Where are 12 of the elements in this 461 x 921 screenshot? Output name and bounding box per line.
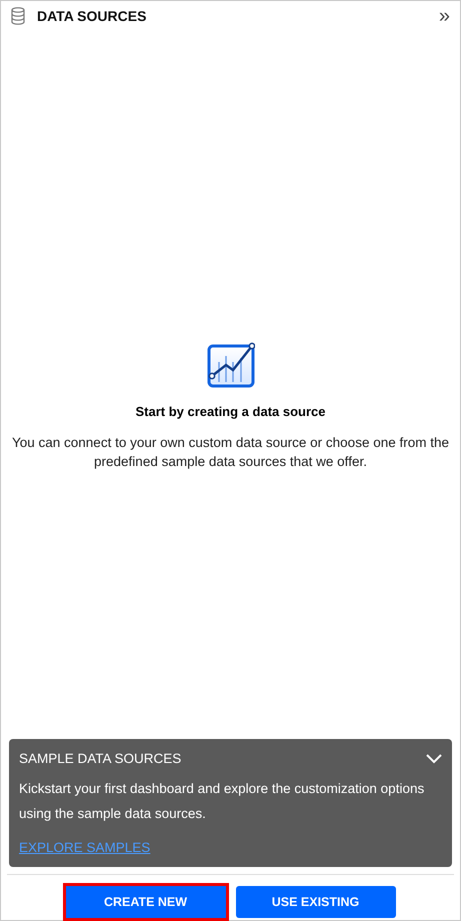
empty-state-description: You can connect to your own custom data source or choose one from the predefined sample data sources that we offer.: [10, 434, 450, 470]
panel-title: DATA SOURCES: [37, 8, 146, 24]
chevron-icon[interactable]: [426, 754, 442, 764]
empty-state-title: Start by creating a data source: [135, 404, 326, 418]
collapse-button[interactable]: »: [438, 6, 450, 26]
panel-description: Kickstart your first dashboard and explore the customization options using the sample data sources.: [19, 780, 426, 823]
database-icon: [11, 7, 25, 25]
create-new-button[interactable]: CREATE NEW: [66, 886, 226, 918]
panel-heading: SAMPLE DATA SOURCES: [19, 751, 182, 766]
explore-samples-link[interactable]: EXPLORE SAMPLES: [19, 840, 150, 855]
use-existing-button[interactable]: USE EXISTING: [236, 886, 396, 918]
line-chart-icon: [206, 340, 254, 388]
